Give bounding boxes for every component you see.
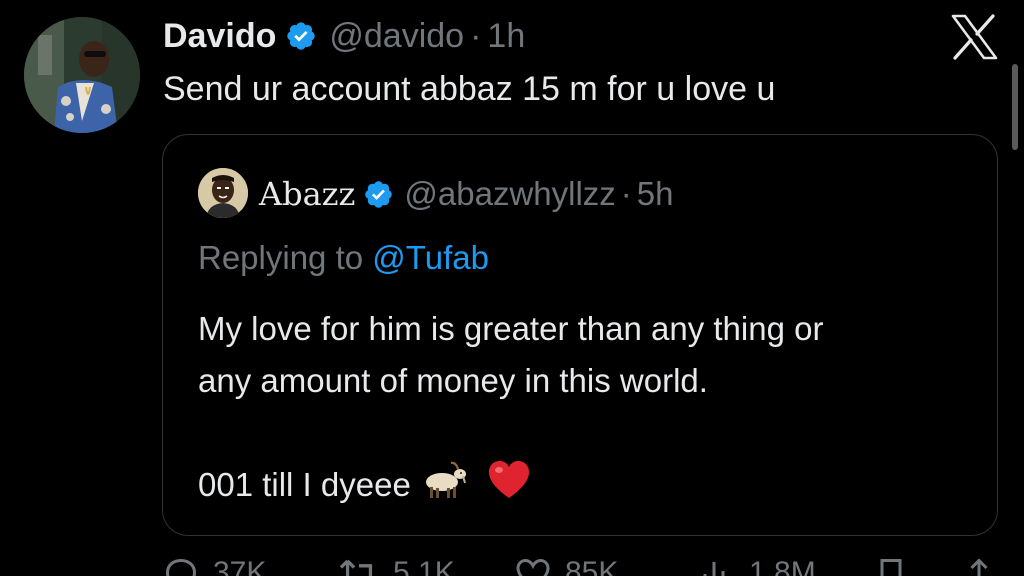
replying-to-mention-link[interactable]: @Tufab — [372, 239, 489, 276]
author-display-name[interactable]: Davido — [163, 17, 276, 56]
quoted-author-display-name[interactable]: Abazz — [259, 175, 355, 213]
replying-to-label: Replying to — [198, 239, 364, 276]
quoted-text-line: 001 till I dyeee — [198, 466, 411, 503]
verified-badge-icon — [285, 20, 317, 52]
reply-icon — [165, 558, 197, 576]
author-avatar[interactable] — [24, 17, 140, 133]
quoted-verified-badge-icon — [363, 179, 394, 210]
tweet-header: Davido @davido · 1h — [163, 12, 525, 60]
author-avatar-image — [24, 17, 140, 133]
like-count: 85K — [565, 556, 619, 576]
views-count: 1.8M — [749, 556, 816, 576]
x-logo-icon[interactable] — [950, 14, 998, 60]
share-button[interactable] — [961, 556, 1011, 576]
author-handle[interactable]: @davido — [329, 17, 464, 56]
quoted-text-line-emoji: 001 till I dyeee — [198, 459, 823, 515]
tweet-text: Send ur account abbaz 15 m for u love u — [163, 70, 776, 108]
quoted-header-separator: · — [620, 175, 632, 212]
tweet-action-bar: 37K 5.1K 85K 1.8M — [163, 556, 1003, 576]
heart-icon — [516, 558, 550, 576]
quoted-author-avatar-image — [198, 168, 248, 218]
reply-button[interactable]: 37K — [163, 556, 266, 576]
quoted-author-handle[interactable]: @abazwhyllzz — [404, 175, 615, 213]
quoted-tweet-card[interactable]: Abazz @abazwhyllzz · 5h Replying to @Tuf… — [162, 134, 998, 536]
red-heart-emoji-icon — [487, 460, 531, 515]
goat-emoji-icon — [420, 460, 468, 515]
quoted-text-line: any amount of money in this world. — [198, 362, 708, 399]
tweet-view: Davido @davido · 1h Send ur account abba… — [0, 0, 1024, 576]
bookmark-icon — [880, 559, 902, 576]
quoted-tweet-timestamp[interactable]: 5h — [637, 175, 674, 213]
repost-count: 5.1K — [393, 556, 455, 576]
repost-icon — [339, 559, 373, 576]
like-button[interactable]: 85K — [515, 556, 618, 576]
header-separator: · — [470, 16, 482, 55]
share-icon — [970, 558, 988, 576]
quoted-tweet-header: Abazz @abazwhyllzz · 5h — [259, 171, 674, 217]
quoted-tweet-text: My love for him is greater than any thin… — [198, 303, 823, 515]
scrollbar-thumb[interactable] — [1012, 64, 1018, 150]
bookmark-button[interactable] — [873, 556, 923, 576]
repost-button[interactable]: 5.1K — [339, 556, 455, 576]
reply-count: 37K — [213, 556, 267, 576]
quoted-author-avatar[interactable] — [198, 168, 248, 218]
replying-to-line: Replying to @Tufab — [198, 239, 489, 277]
quoted-text-line: My love for him is greater than any thin… — [198, 310, 824, 347]
tweet-timestamp[interactable]: 1h — [487, 17, 525, 56]
quoted-text-blank-line — [198, 407, 823, 459]
views-button[interactable]: 1.8M — [699, 556, 816, 576]
views-chart-icon — [703, 562, 725, 576]
